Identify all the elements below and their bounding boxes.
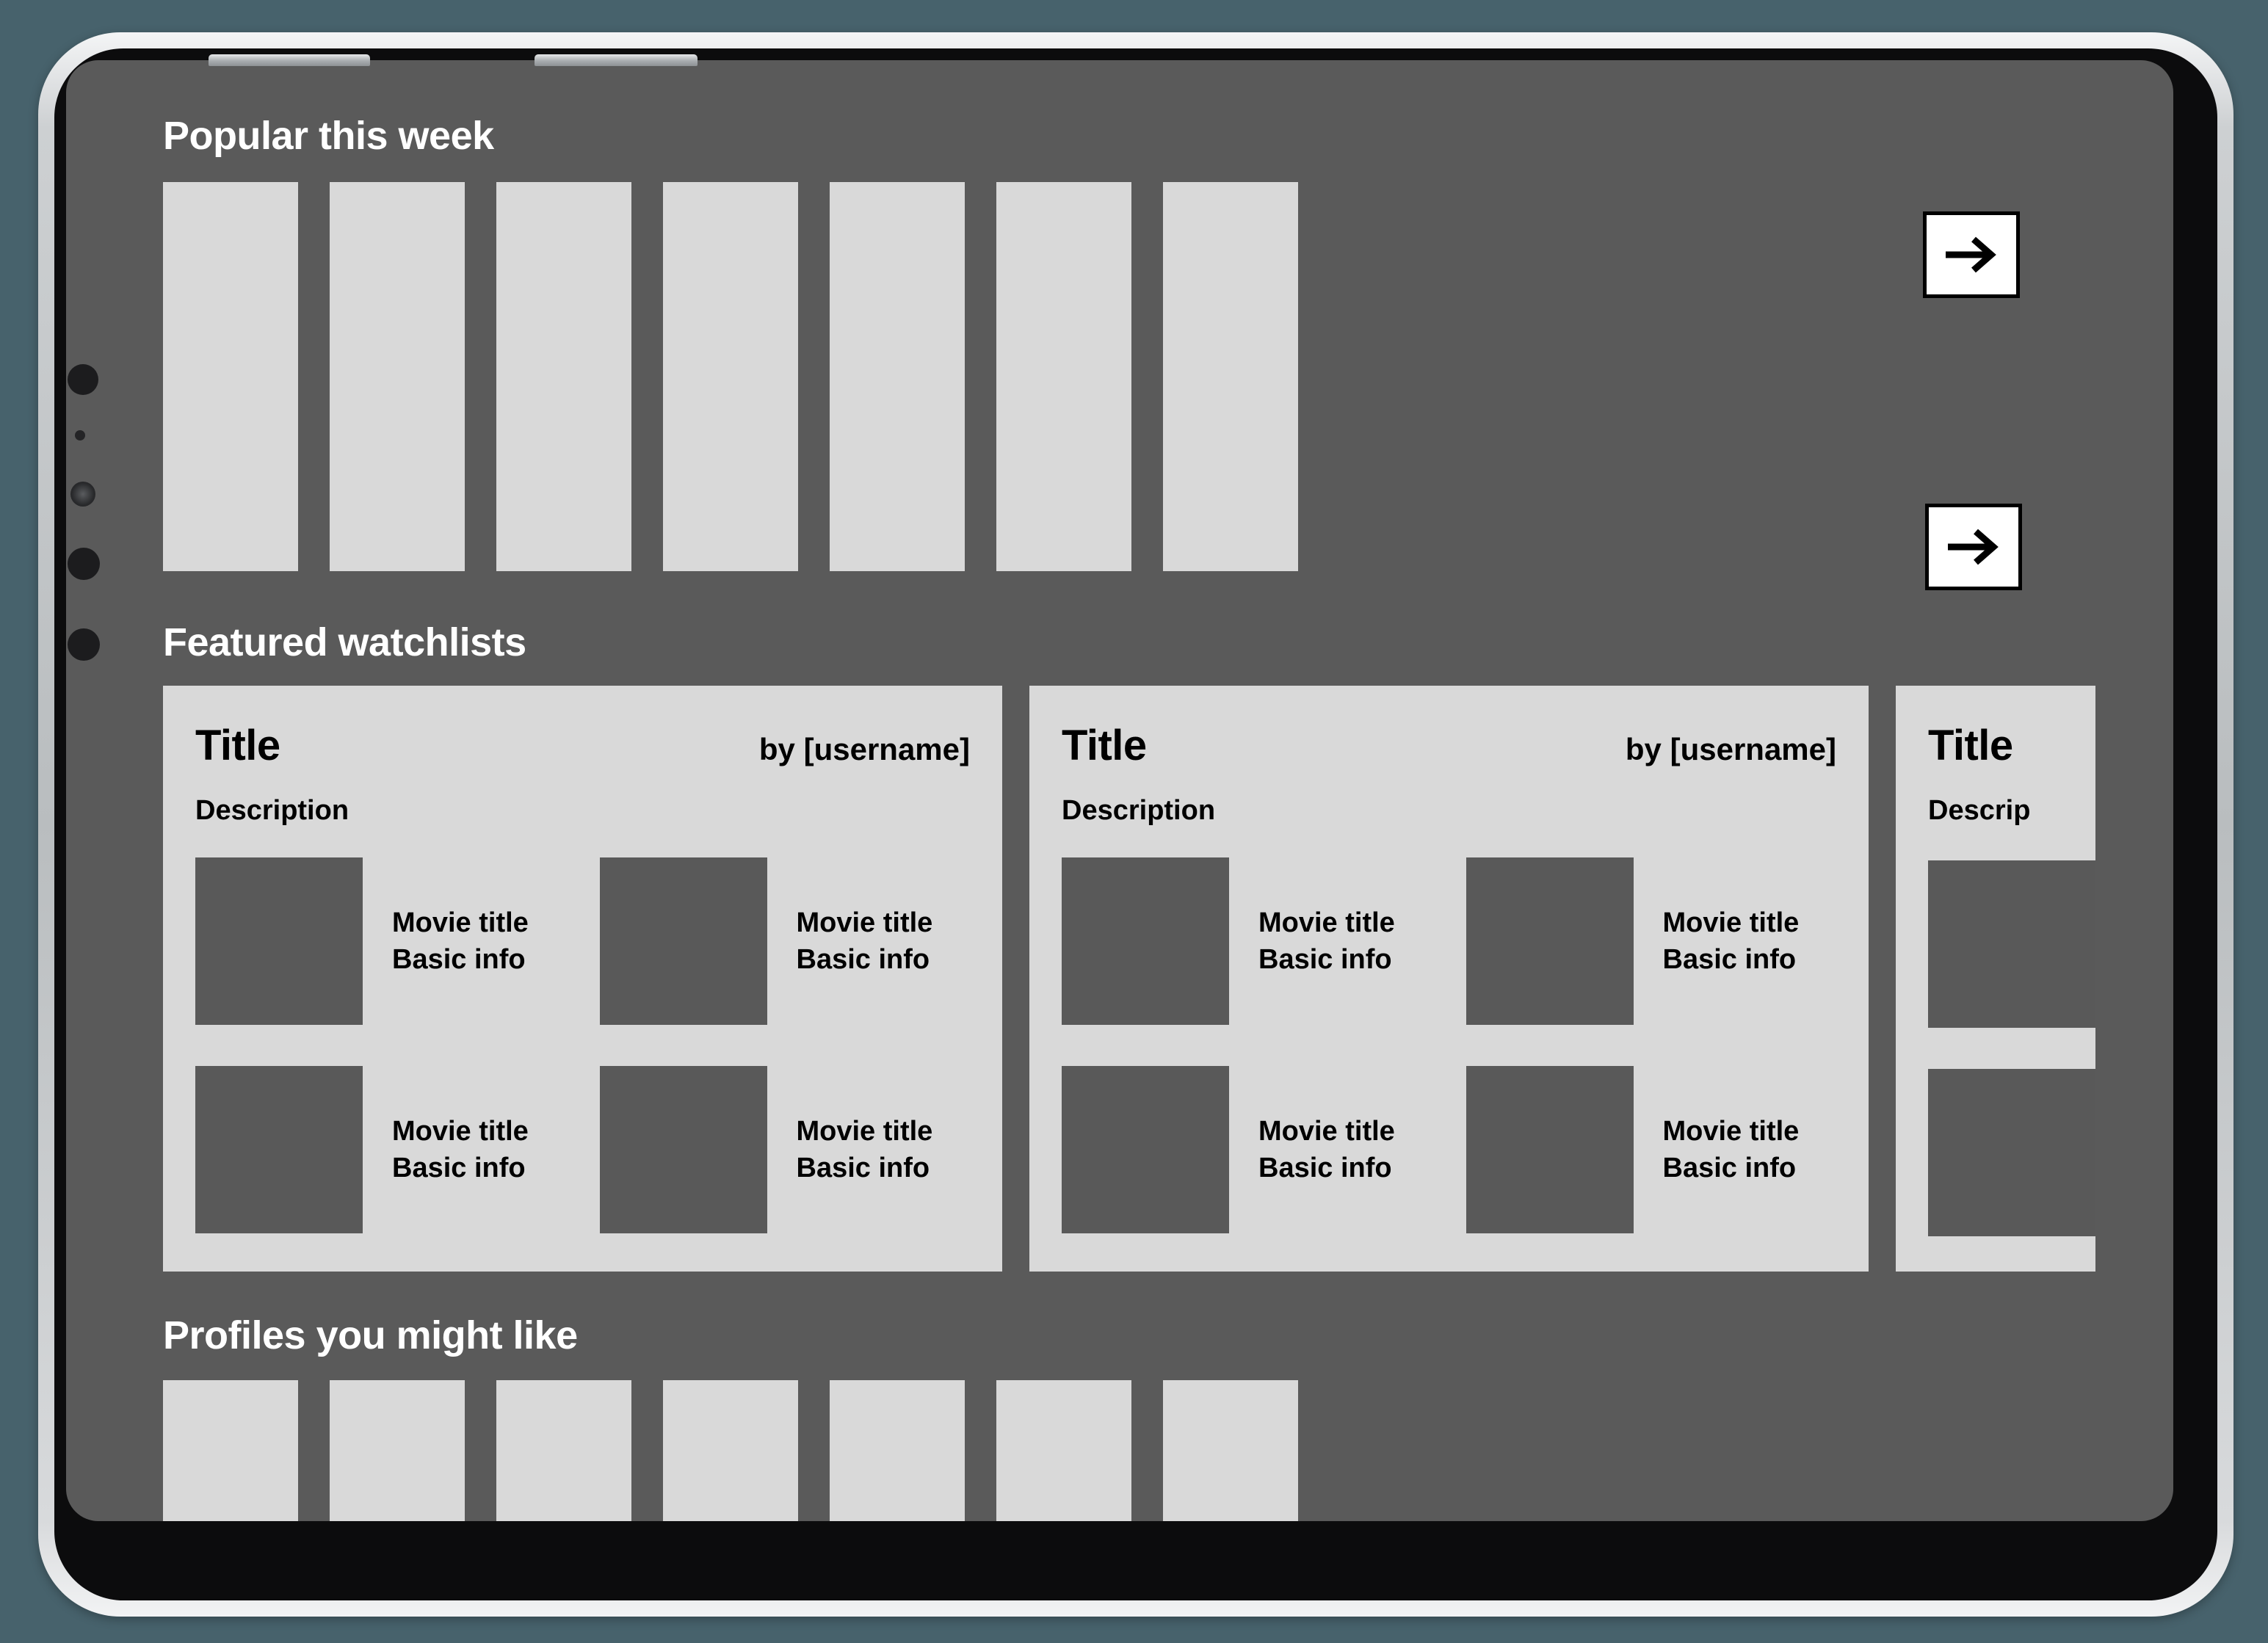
speaker-icon xyxy=(70,482,95,507)
list-item[interactable]: Movie title Basic info xyxy=(1062,1066,1432,1233)
movie-title: Movie title xyxy=(1662,907,1800,938)
list-item[interactable]: Movie title Basic info xyxy=(195,857,566,1025)
poster-tile[interactable] xyxy=(830,182,965,571)
sensor-icon xyxy=(68,628,100,661)
microphone-icon xyxy=(68,548,100,580)
popular-this-week-section: Popular this week xyxy=(66,60,2173,571)
movie-title: Movie title xyxy=(1258,907,1395,938)
profile-tile[interactable] xyxy=(830,1380,965,1521)
profile-tile[interactable] xyxy=(496,1380,631,1521)
watchlist-movie-grid xyxy=(1928,860,2095,1236)
movie-thumbnail xyxy=(1465,857,1634,1025)
profile-tile[interactable] xyxy=(996,1380,1131,1521)
watchlist-card[interactable]: Title by [username] Description Movie ti… xyxy=(163,686,1002,1272)
tablet-screen: Popular this week Featured watchlists Ti… xyxy=(54,48,2217,1600)
movie-thumbnail xyxy=(599,1066,767,1233)
movie-title: Movie title xyxy=(796,907,933,938)
poster-tile[interactable] xyxy=(1163,182,1298,571)
watchlist-card-header: Title by [username] xyxy=(195,721,970,770)
movie-thumbnail xyxy=(195,857,363,1025)
featured-watchlists-section: Featured watchlists Title by [username] … xyxy=(66,504,2173,1272)
watchlist-card-header: Title by [username] xyxy=(1062,721,1836,770)
list-item[interactable]: Movie title Basic info xyxy=(599,857,971,1025)
watchlist-description: Description xyxy=(195,795,349,826)
watchlist-description: Descrip xyxy=(1928,795,2031,826)
front-camera-icon xyxy=(68,364,98,395)
movie-title: Movie title xyxy=(392,1115,529,1147)
volume-up-button[interactable] xyxy=(209,54,370,66)
watchlist-movie-grid: Movie title Basic info Movie title Basic… xyxy=(1062,857,1836,1233)
watchlist-title: Title xyxy=(195,722,280,769)
movie-basic-info: Basic info xyxy=(796,944,930,975)
ambient-sensor-icon xyxy=(75,430,85,440)
poster-tile[interactable] xyxy=(663,182,798,571)
movie-thumbnail xyxy=(1062,1066,1229,1233)
watchlist-title: Title xyxy=(1062,722,1147,769)
popular-section-heading: Popular this week xyxy=(163,114,494,158)
watchlist-author: by [username] xyxy=(758,732,970,766)
movie-text-block: Movie title Basic info xyxy=(1663,904,1800,978)
list-item[interactable]: Movie title Basic info xyxy=(1062,857,1432,1025)
profiles-you-might-like-section: Profiles you might like xyxy=(66,1313,2173,1521)
movie-title: Movie title xyxy=(1258,1115,1395,1147)
movie-title: Movie title xyxy=(392,907,529,938)
watchlist-author: by [username] xyxy=(1625,732,1836,766)
popular-carousel-next-button[interactable] xyxy=(1923,211,2020,298)
movie-text-block: Movie title Basic info xyxy=(1258,1113,1395,1186)
poster-tile[interactable] xyxy=(996,182,1131,571)
movie-thumbnail xyxy=(1062,857,1229,1025)
watchlist-card[interactable]: Title by [username] Description Movie ti… xyxy=(1029,686,1869,1272)
movie-basic-info: Basic info xyxy=(392,1153,526,1183)
movie-text-block: Movie title Basic info xyxy=(392,1113,529,1186)
arrow-right-icon xyxy=(1948,529,1999,565)
movie-basic-info: Basic info xyxy=(392,944,526,975)
profile-tile[interactable] xyxy=(330,1380,465,1521)
movie-thumbnail xyxy=(599,857,767,1025)
movie-text-block: Movie title Basic info xyxy=(797,1113,933,1186)
profile-tile[interactable] xyxy=(663,1380,798,1521)
list-item[interactable]: Movie title Basic info xyxy=(195,1066,566,1233)
movie-basic-info: Basic info xyxy=(1258,944,1392,975)
featured-watchlists-carousel[interactable]: Title by [username] Description Movie ti… xyxy=(163,686,2173,1272)
movie-thumbnail xyxy=(1928,1069,2095,1236)
watchlist-description: Description xyxy=(1062,795,1216,826)
movie-thumbnail xyxy=(1928,860,2095,1028)
profile-tile[interactable] xyxy=(1163,1380,1298,1521)
list-item[interactable]: Movie title Basic info xyxy=(1465,1066,1837,1233)
poster-tile[interactable] xyxy=(496,182,631,571)
watchlist-title: Title xyxy=(1928,722,2013,769)
watchlist-card[interactable]: Title Descrip xyxy=(1896,686,2095,1272)
profile-tile[interactable] xyxy=(163,1380,298,1521)
poster-tile[interactable] xyxy=(163,182,298,571)
list-item[interactable]: Movie title Basic info xyxy=(1465,857,1837,1025)
movie-basic-info: Basic info xyxy=(1258,1153,1392,1183)
movie-text-block: Movie title Basic info xyxy=(1663,1113,1800,1186)
movie-text-block: Movie title Basic info xyxy=(1258,904,1395,978)
arrow-right-icon xyxy=(1946,236,1996,273)
profiles-carousel[interactable] xyxy=(163,1380,2173,1521)
movie-basic-info: Basic info xyxy=(1662,944,1797,975)
movie-thumbnail xyxy=(195,1066,363,1233)
app-content-panel: Popular this week Featured watchlists Ti… xyxy=(66,60,2173,1521)
popular-carousel[interactable] xyxy=(163,182,2173,571)
featured-watchlists-next-button[interactable] xyxy=(1925,504,2022,590)
tablet-device-frame: Popular this week Featured watchlists Ti… xyxy=(38,32,2233,1617)
movie-basic-info: Basic info xyxy=(796,1153,930,1183)
profiles-section-heading: Profiles you might like xyxy=(163,1313,578,1357)
movie-basic-info: Basic info xyxy=(1662,1153,1797,1183)
movie-title: Movie title xyxy=(796,1115,933,1147)
featured-section-heading: Featured watchlists xyxy=(163,620,526,664)
movie-title: Movie title xyxy=(1662,1115,1800,1147)
movie-thumbnail xyxy=(1465,1066,1634,1233)
movie-text-block: Movie title Basic info xyxy=(392,904,529,978)
movie-text-block: Movie title Basic info xyxy=(797,904,933,978)
poster-tile[interactable] xyxy=(330,182,465,571)
watchlist-movie-grid: Movie title Basic info Movie title Basic… xyxy=(195,857,970,1233)
list-item[interactable]: Movie title Basic info xyxy=(599,1066,971,1233)
volume-down-button[interactable] xyxy=(535,54,698,66)
